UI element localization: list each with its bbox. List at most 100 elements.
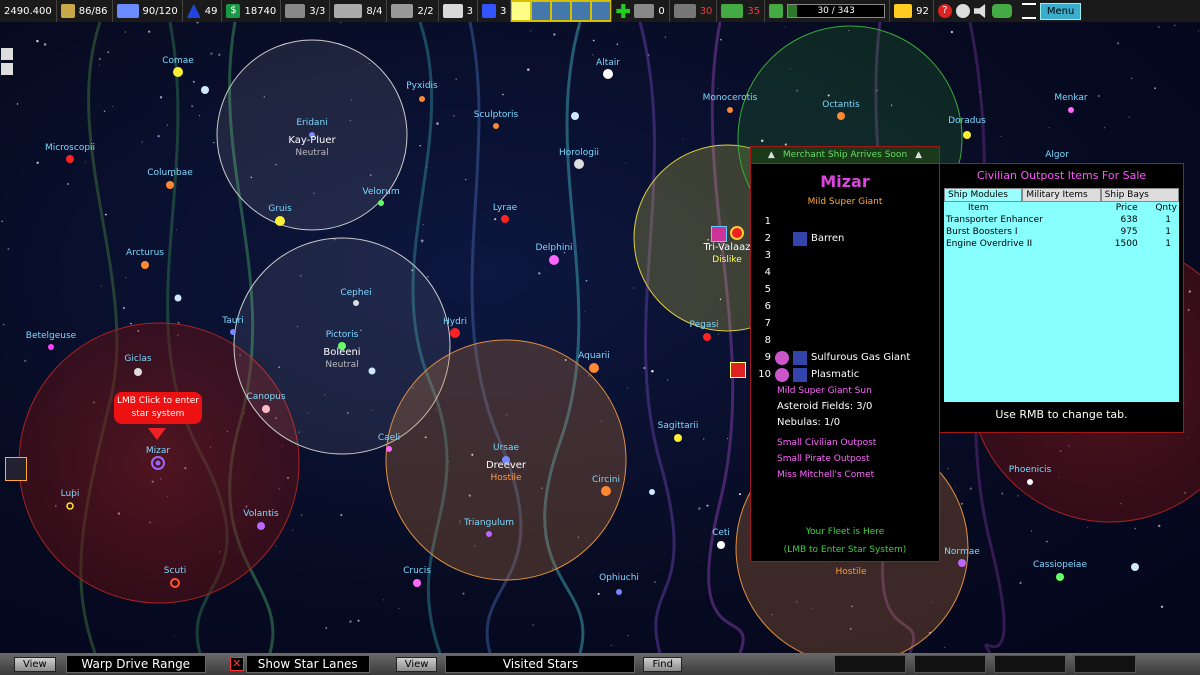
orbit-row[interactable]: 6	[751, 298, 939, 315]
flare-star	[174, 294, 182, 302]
find-button[interactable]: Find	[643, 656, 682, 672]
warp-range-field[interactable]: Warp Drive Range	[65, 655, 206, 673]
orbit-row[interactable]: 2 Barren	[751, 230, 939, 247]
star-lyrae[interactable]	[501, 215, 509, 223]
orbit-row[interactable]: 7	[751, 315, 939, 332]
fleet-slot-3[interactable]	[993, 655, 1066, 673]
star-canopus[interactable]	[262, 405, 270, 413]
star-ophiuchi[interactable]	[616, 589, 622, 595]
system-southeast[interactable]: Hostile	[835, 566, 866, 578]
star-microscopii[interactable]	[66, 155, 74, 163]
visited-stars-field[interactable]: Visited Stars	[445, 655, 636, 673]
star-velorum[interactable]	[378, 200, 384, 206]
background-star	[275, 545, 277, 547]
tab-ship-bays[interactable]: Ship Bays	[1100, 188, 1179, 202]
star-comae[interactable]	[173, 67, 183, 77]
system-ursae[interactable]: Ursae Dreever Hostile	[486, 442, 526, 484]
ship-icon	[285, 4, 306, 18]
troops-count: 90/120	[142, 5, 178, 17]
system-eridani[interactable]: Eridani Kay-Pluer Neutral	[288, 117, 335, 159]
mode-button-2[interactable]	[532, 2, 551, 20]
orbit-row[interactable]: 8	[751, 332, 939, 349]
credits-box: $18740	[222, 0, 282, 22]
fleet-slot-4[interactable]	[1073, 655, 1136, 673]
anomaly-icon[interactable]	[5, 457, 27, 481]
speaker-icon[interactable]	[973, 4, 986, 18]
fleet-marker-icon[interactable]	[730, 362, 746, 378]
table-row[interactable]: Engine Overdrive II 1500 1	[944, 238, 1179, 250]
star-normae[interactable]	[958, 559, 966, 567]
star-circini[interactable]	[601, 486, 611, 496]
fleet-slot-2[interactable]	[913, 655, 986, 673]
star-monocerotis[interactable]	[727, 107, 733, 113]
orbit-row[interactable]: 10 Plasmatic	[751, 366, 939, 383]
star-pegasi[interactable]	[703, 333, 711, 341]
star-tauri[interactable]	[230, 329, 236, 335]
star-phoenicis[interactable]	[1027, 479, 1033, 485]
fuel-box: 49	[183, 0, 223, 22]
view-button-right[interactable]: View	[395, 656, 438, 672]
star-sagittarii[interactable]	[674, 434, 682, 442]
star-altair[interactable]	[603, 69, 613, 79]
view-button-left[interactable]: View	[14, 656, 56, 672]
star-gruis[interactable]	[275, 216, 285, 226]
star-sculptoris[interactable]	[493, 123, 499, 129]
background-star	[36, 39, 39, 43]
list-icon[interactable]	[1021, 3, 1036, 19]
star-octantis[interactable]	[837, 112, 845, 120]
handshake-icon[interactable]	[592, 2, 611, 20]
arrow-right-icon[interactable]	[1, 48, 13, 60]
star-giclas[interactable]	[134, 368, 142, 376]
alien-advisor-icon[interactable]	[991, 4, 1012, 18]
orbit-row[interactable]: 4	[751, 264, 939, 281]
medical-icon	[616, 4, 631, 18]
star-ceti[interactable]	[717, 541, 725, 549]
star-delphini[interactable]	[549, 255, 559, 265]
star-cassiopeiae[interactable]	[1056, 573, 1064, 581]
background-star	[626, 387, 629, 389]
hostile-marker-icon[interactable]	[730, 226, 744, 240]
tab-military-items[interactable]: Military Items	[1022, 188, 1101, 202]
background-star	[157, 134, 160, 138]
star-aquarii[interactable]	[589, 363, 599, 373]
star-menkar[interactable]	[1068, 107, 1074, 113]
fleet-slot-1[interactable]	[833, 655, 906, 673]
system-buttons: ? Menu	[934, 0, 1085, 22]
star-betelgeuse[interactable]	[48, 344, 54, 350]
tab-ship-modules[interactable]: Ship Modules	[944, 188, 1023, 202]
orbit-row[interactable]: 5	[751, 281, 939, 298]
help-icon[interactable]: ?	[937, 4, 952, 18]
mode-button-1[interactable]	[512, 2, 531, 20]
gear-icon[interactable]	[955, 4, 970, 18]
star-caeli[interactable]	[386, 446, 392, 452]
mode-button-4[interactable]	[572, 2, 591, 20]
star-lanes-checkbox[interactable]: ✕	[229, 657, 244, 671]
star-lanes-label[interactable]: Show Star Lanes	[245, 655, 370, 673]
orbit-row[interactable]: 3	[751, 247, 939, 264]
mode-button-3[interactable]	[552, 2, 571, 20]
alien-race-icon[interactable]	[711, 226, 727, 242]
item-name: Transporter Enhancer	[946, 215, 1043, 225]
system-pictoris[interactable]: Pictoris Boleeni Neutral	[323, 329, 360, 371]
star-pyxidis[interactable]	[419, 96, 425, 102]
list-icon[interactable]	[1, 63, 13, 75]
label-aquarii: Aquarii	[578, 351, 610, 361]
system-trivalaaz[interactable]: Tri-Valaaz Dislike	[703, 242, 750, 266]
star-volantis[interactable]	[257, 522, 265, 530]
star-triangulum[interactable]	[486, 531, 492, 537]
star-doradus[interactable]	[963, 131, 971, 139]
stat-red1: 30	[699, 5, 713, 17]
star-hydri[interactable]	[450, 328, 460, 338]
orbit-row[interactable]: 1	[751, 213, 939, 230]
top-resource-bar: 2490.400 86/86 90/120 49 $18740 3/3 8/4 …	[0, 0, 1200, 23]
star-columbae[interactable]	[166, 181, 174, 189]
background-star	[98, 57, 101, 61]
star-cephei[interactable]	[353, 300, 359, 306]
star-horologii[interactable]	[574, 159, 584, 169]
orbit-row[interactable]: 9 Sulfurous Gas Giant	[751, 349, 939, 366]
star-crucis[interactable]	[413, 579, 421, 587]
star-arcturus[interactable]	[141, 261, 149, 269]
table-row[interactable]: Burst Boosters I 975 1	[944, 226, 1179, 238]
table-row[interactable]: Transporter Enhancer 638 1	[944, 214, 1179, 226]
menu-button[interactable]: Menu	[1039, 2, 1082, 20]
